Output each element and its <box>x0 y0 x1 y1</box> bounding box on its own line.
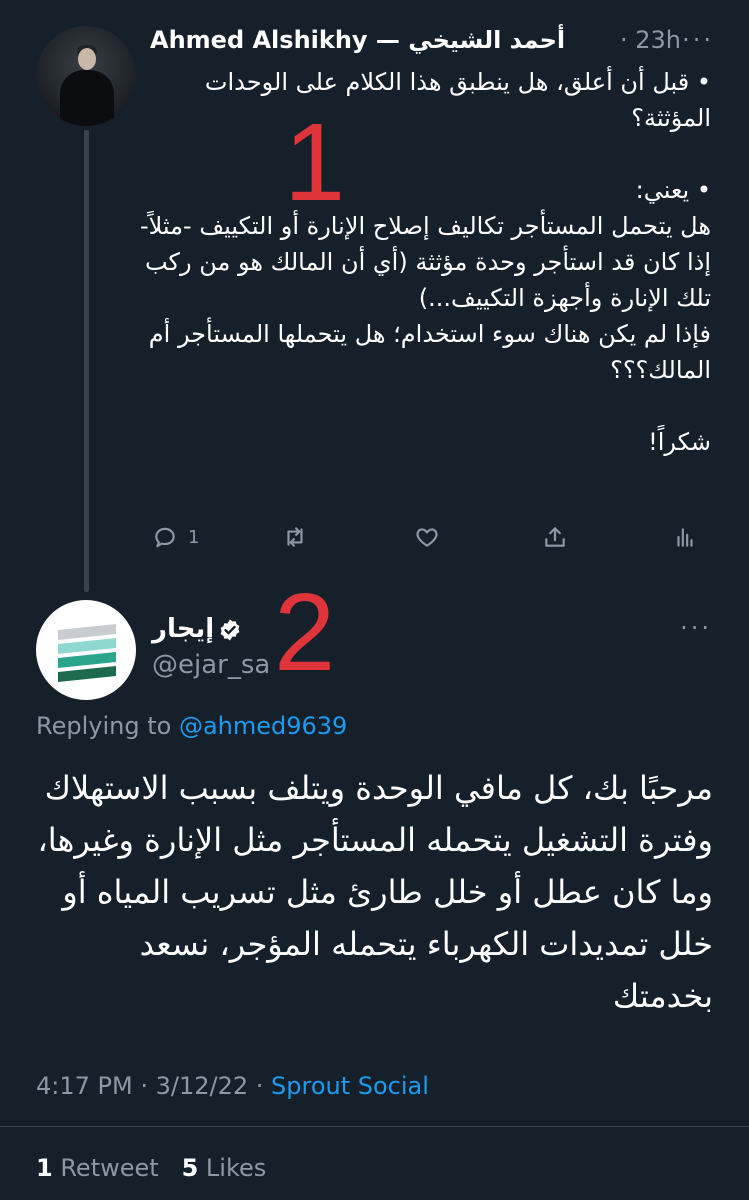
author-name[interactable]: Ahmed Alshikhy — أحمد الشيخي <box>150 26 565 54</box>
retweet-count: 1 <box>36 1154 53 1182</box>
tweet-time[interactable]: · 23h <box>620 26 681 54</box>
retweets-stat[interactable]: 1 Retweet <box>36 1154 159 1182</box>
replying-label: Replying to <box>36 712 179 740</box>
likes-stat[interactable]: 5 Likes <box>182 1154 267 1182</box>
analytics-icon <box>677 528 693 547</box>
like-count: 5 <box>181 1154 199 1182</box>
more-options-icon[interactable]: ··· <box>680 614 712 642</box>
retweet-icon <box>287 527 303 547</box>
author-handle[interactable]: @ejar_sa <box>152 650 270 680</box>
tweet-stats: 1 Retweet 5 Likes <box>36 1154 266 1182</box>
ejar-logo-icon <box>58 624 116 682</box>
reply-button[interactable]: 1 <box>152 524 199 550</box>
annotation-number-1: 1 <box>284 101 346 224</box>
ejar-logo-avatar[interactable] <box>36 600 136 700</box>
tweet-text: • قبل أن أعلق، هل ينطبق هذا الكلام على ا… <box>139 68 711 456</box>
annotation-number-2: 2 <box>274 571 336 694</box>
retweet-button[interactable] <box>282 524 308 550</box>
divider <box>0 1126 749 1127</box>
like-button[interactable] <box>414 524 440 550</box>
tweet-text: مرحبًا بك، كل مافي الوحدة ويتلف بسبب الا… <box>37 769 713 1015</box>
tweet-header: Ahmed Alshikhy — أحمد الشيخي · 23h ··· <box>150 26 730 60</box>
verified-badge-icon <box>220 619 240 641</box>
like-label: Likes <box>198 1154 267 1182</box>
tweet-header: إيجار @ejar_sa ··· <box>152 612 712 692</box>
like-icon <box>416 528 438 547</box>
share-button[interactable] <box>542 524 568 550</box>
tweet-time[interactable]: 4:17 PM <box>36 1072 133 1100</box>
reply-icon <box>155 527 175 548</box>
tweet-date[interactable]: 3/12/22 <box>156 1072 249 1100</box>
reply-count: 1 <box>188 526 200 548</box>
retweet-label: Retweet <box>52 1154 159 1182</box>
tweet-actions: 1 <box>0 520 749 556</box>
replying-to: Replying to @ahmed9639 <box>36 712 347 740</box>
meta-separator: · <box>132 1072 156 1100</box>
tweet-source-link[interactable]: Sprout Social <box>271 1072 429 1100</box>
share-icon <box>545 527 565 547</box>
meta-separator: · <box>248 1072 272 1100</box>
tweet-meta: 4:17 PM · 3/12/22 · Sprout Social <box>36 1072 429 1100</box>
author-avatar[interactable] <box>36 26 136 126</box>
mention-link[interactable]: @ahmed9639 <box>179 712 347 740</box>
analytics-button[interactable] <box>672 524 698 550</box>
more-options-icon[interactable]: ··· <box>682 26 714 54</box>
author-name[interactable]: إيجار <box>152 614 214 644</box>
